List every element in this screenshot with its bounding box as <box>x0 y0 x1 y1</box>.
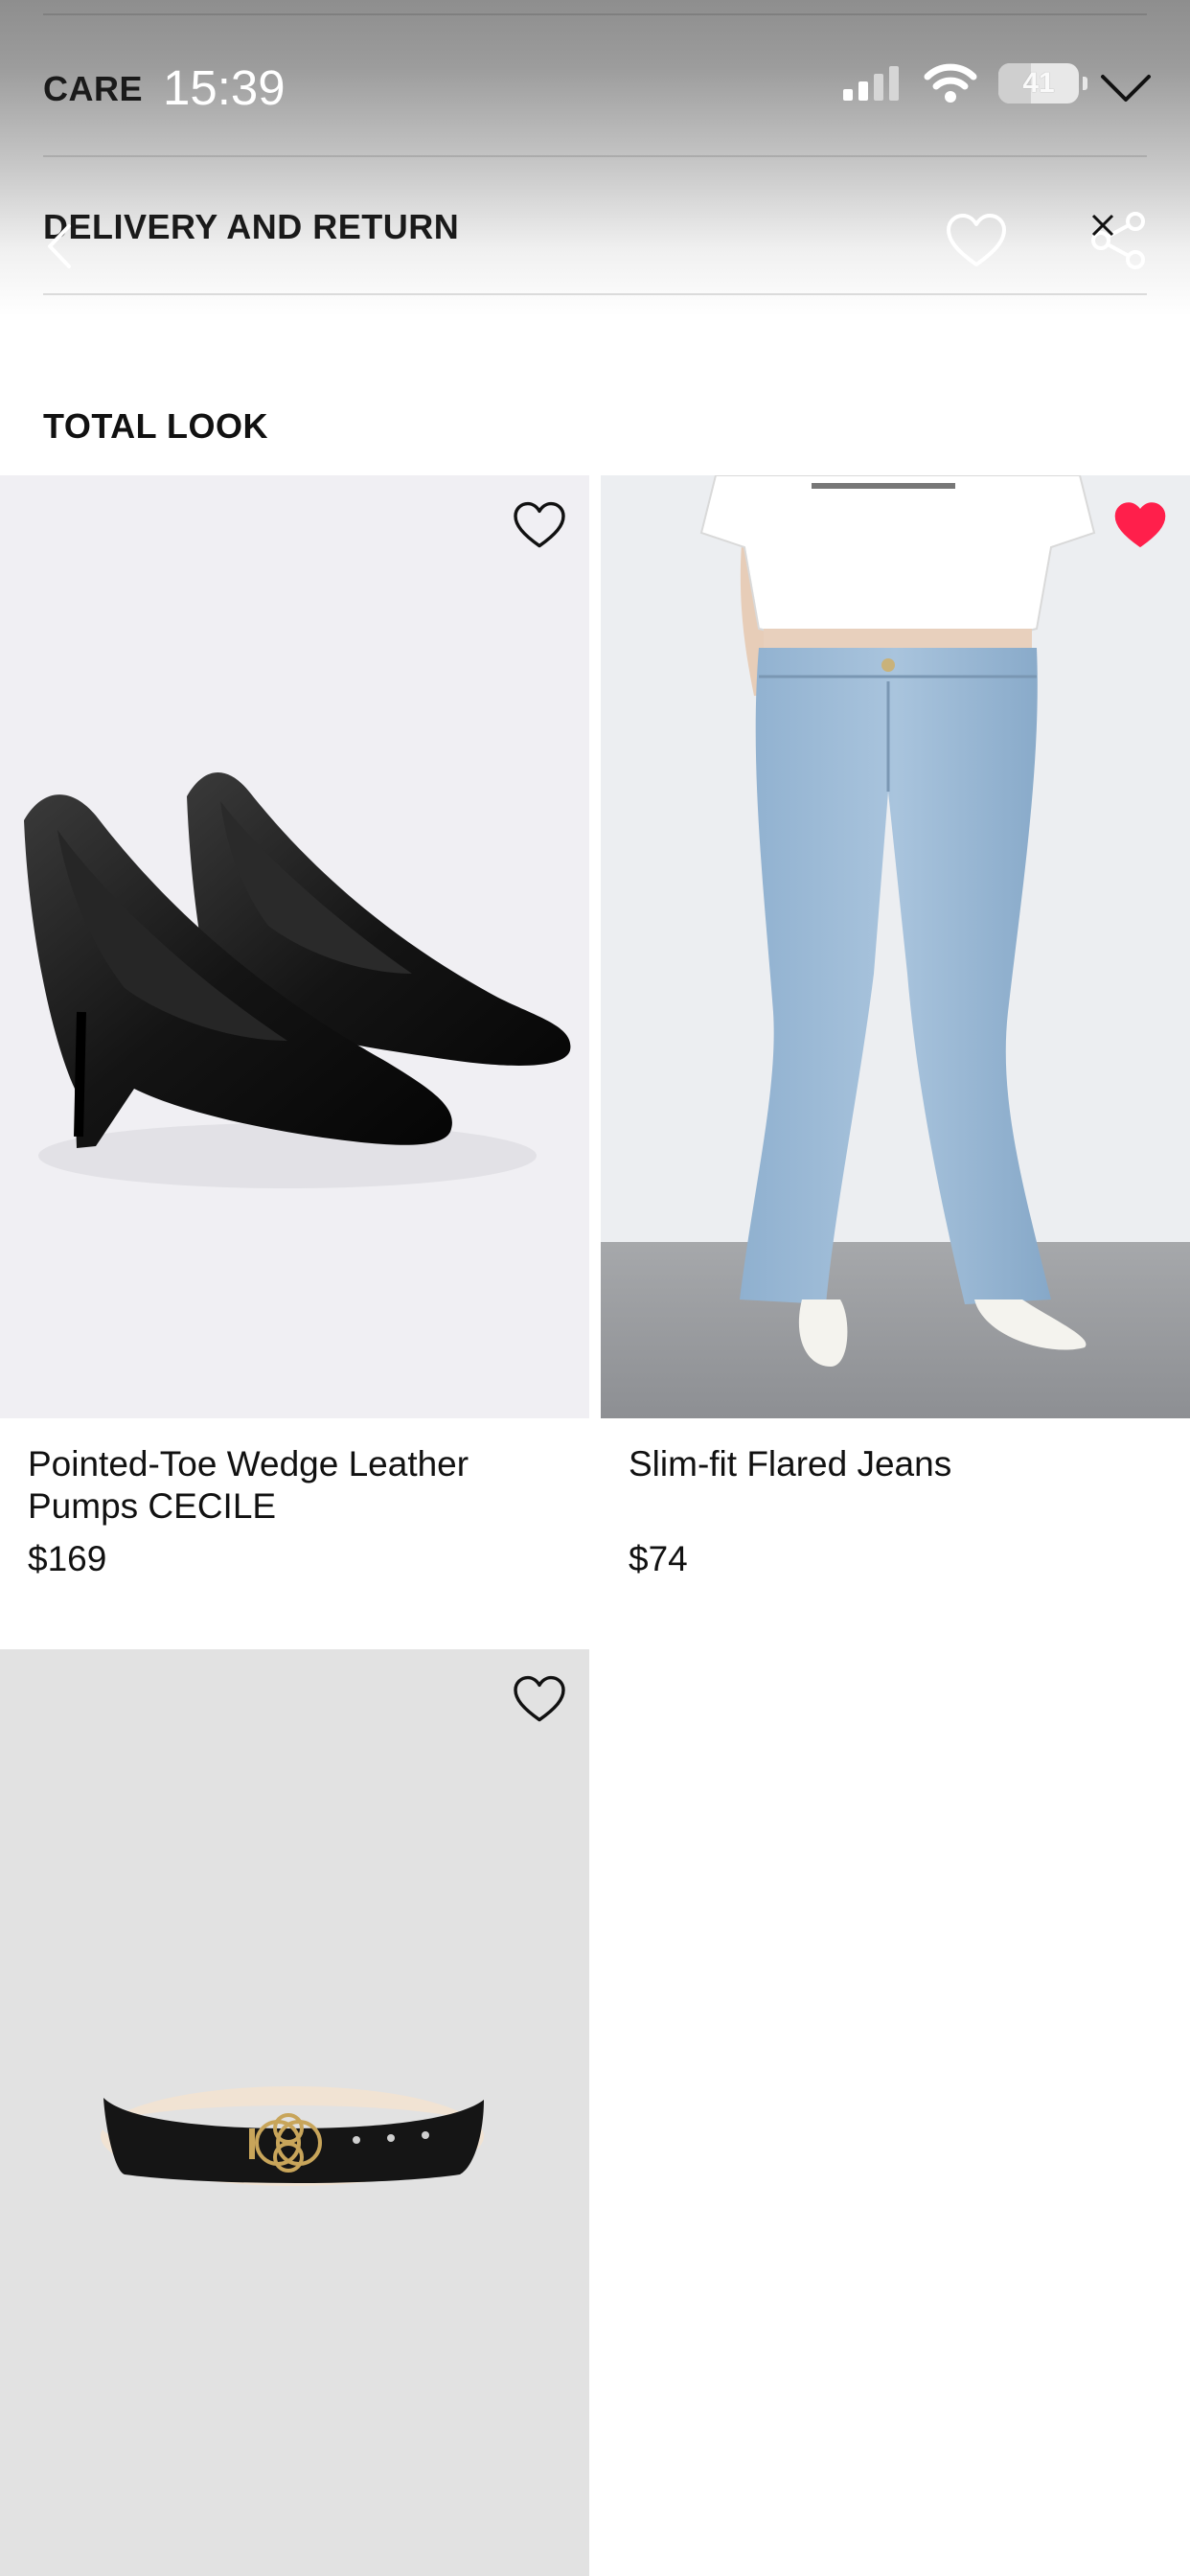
accordion-divider <box>43 13 1147 15</box>
chevron-left-icon <box>48 224 71 268</box>
chevron-down-icon <box>1101 75 1151 102</box>
product-card[interactable] <box>0 1649 589 2576</box>
product-image[interactable] <box>0 475 589 1418</box>
accordion-divider <box>43 293 1147 295</box>
accordion-care[interactable]: CARE <box>43 69 143 109</box>
battery-tip <box>1083 77 1087 90</box>
wishlist-header-button[interactable] <box>941 207 1012 274</box>
section-title-total-look: TOTAL LOOK <box>43 406 268 446</box>
cellular-signal-icon <box>843 66 899 101</box>
product-name[interactable]: Slim-fit Flared Jeans <box>629 1443 1165 1485</box>
favorite-button-active[interactable] <box>1110 494 1171 556</box>
battery-indicator: 41 <box>998 63 1079 104</box>
share-icon <box>1091 212 1145 269</box>
heart-outline-icon <box>947 214 1006 266</box>
heart-outline-icon <box>514 1675 565 1722</box>
product-card[interactable]: Pointed-Toe Wedge Leather Pumps CECILE $… <box>0 475 589 1597</box>
product-name[interactable]: Pointed-Toe Wedge Leather Pumps CECILE <box>28 1443 564 1528</box>
product-image[interactable] <box>601 475 1190 1418</box>
favorite-button[interactable] <box>509 494 570 556</box>
battery-level: 41 <box>1022 67 1055 99</box>
collapse-chevron-button[interactable] <box>1092 65 1159 113</box>
heart-filled-icon <box>1114 502 1166 547</box>
share-button[interactable] <box>1083 205 1154 276</box>
status-icons: 41 <box>841 63 1087 104</box>
status-time: 15:39 <box>163 60 286 115</box>
wifi-icon <box>924 63 977 103</box>
heart-outline-icon <box>514 501 565 548</box>
back-button[interactable] <box>34 217 82 276</box>
product-price: $74 <box>629 1539 688 1578</box>
accordion-delivery-return[interactable]: DELIVERY AND RETURN <box>43 207 459 247</box>
product-price: $169 <box>28 1539 107 1578</box>
product-card[interactable]: Slim-fit Flared Jeans $74 <box>601 475 1190 1597</box>
favorite-button[interactable] <box>509 1668 570 1730</box>
black-wedge-pumps-image <box>24 772 571 1188</box>
flared-jeans-image <box>601 475 1190 1418</box>
accordion-divider <box>43 155 1147 157</box>
black-leather-belt-image <box>101 2086 484 2186</box>
product-image[interactable] <box>0 1649 589 2576</box>
